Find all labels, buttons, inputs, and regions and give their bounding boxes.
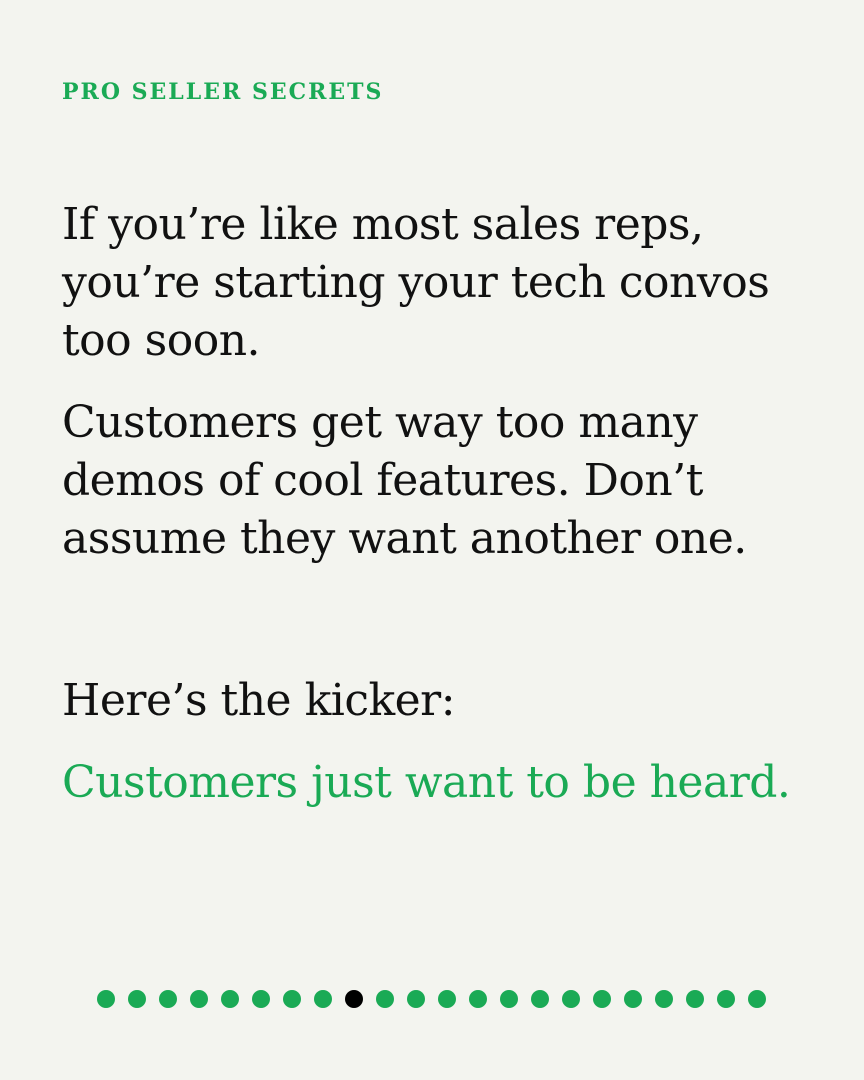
pagination-dot[interactable] (624, 990, 642, 1008)
eyebrow-label: PRO SELLER SECRETS (62, 79, 384, 105)
pagination-dot[interactable] (314, 990, 332, 1008)
pagination-dot[interactable] (717, 990, 735, 1008)
pagination-dots (97, 990, 766, 1008)
intro-paragraph: If you’re like most sales reps, you’re s… (62, 199, 770, 366)
pagination-dot[interactable] (686, 990, 704, 1008)
pagination-dot[interactable] (748, 990, 766, 1008)
pagination-dot-active[interactable] (345, 990, 363, 1008)
pagination-dot[interactable] (159, 990, 177, 1008)
kicker-label: Here’s the kicker: (62, 675, 456, 726)
pagination-dot[interactable] (376, 990, 394, 1008)
pagination-dot[interactable] (97, 990, 115, 1008)
kicker-highlight: Customers just want to be heard. (62, 757, 791, 808)
pagination-dot[interactable] (283, 990, 301, 1008)
pagination-dot[interactable] (438, 990, 456, 1008)
pagination-dot[interactable] (562, 990, 580, 1008)
pagination-dot[interactable] (593, 990, 611, 1008)
pagination-dot[interactable] (407, 990, 425, 1008)
pagination-dot[interactable] (531, 990, 549, 1008)
pagination-dot[interactable] (190, 990, 208, 1008)
demos-paragraph: Customers get way too many demos of cool… (62, 397, 747, 564)
pagination-dot[interactable] (128, 990, 146, 1008)
pagination-dot[interactable] (500, 990, 518, 1008)
pagination-dot[interactable] (252, 990, 270, 1008)
pagination-dot[interactable] (221, 990, 239, 1008)
pagination-dot[interactable] (655, 990, 673, 1008)
pagination-dot[interactable] (469, 990, 487, 1008)
